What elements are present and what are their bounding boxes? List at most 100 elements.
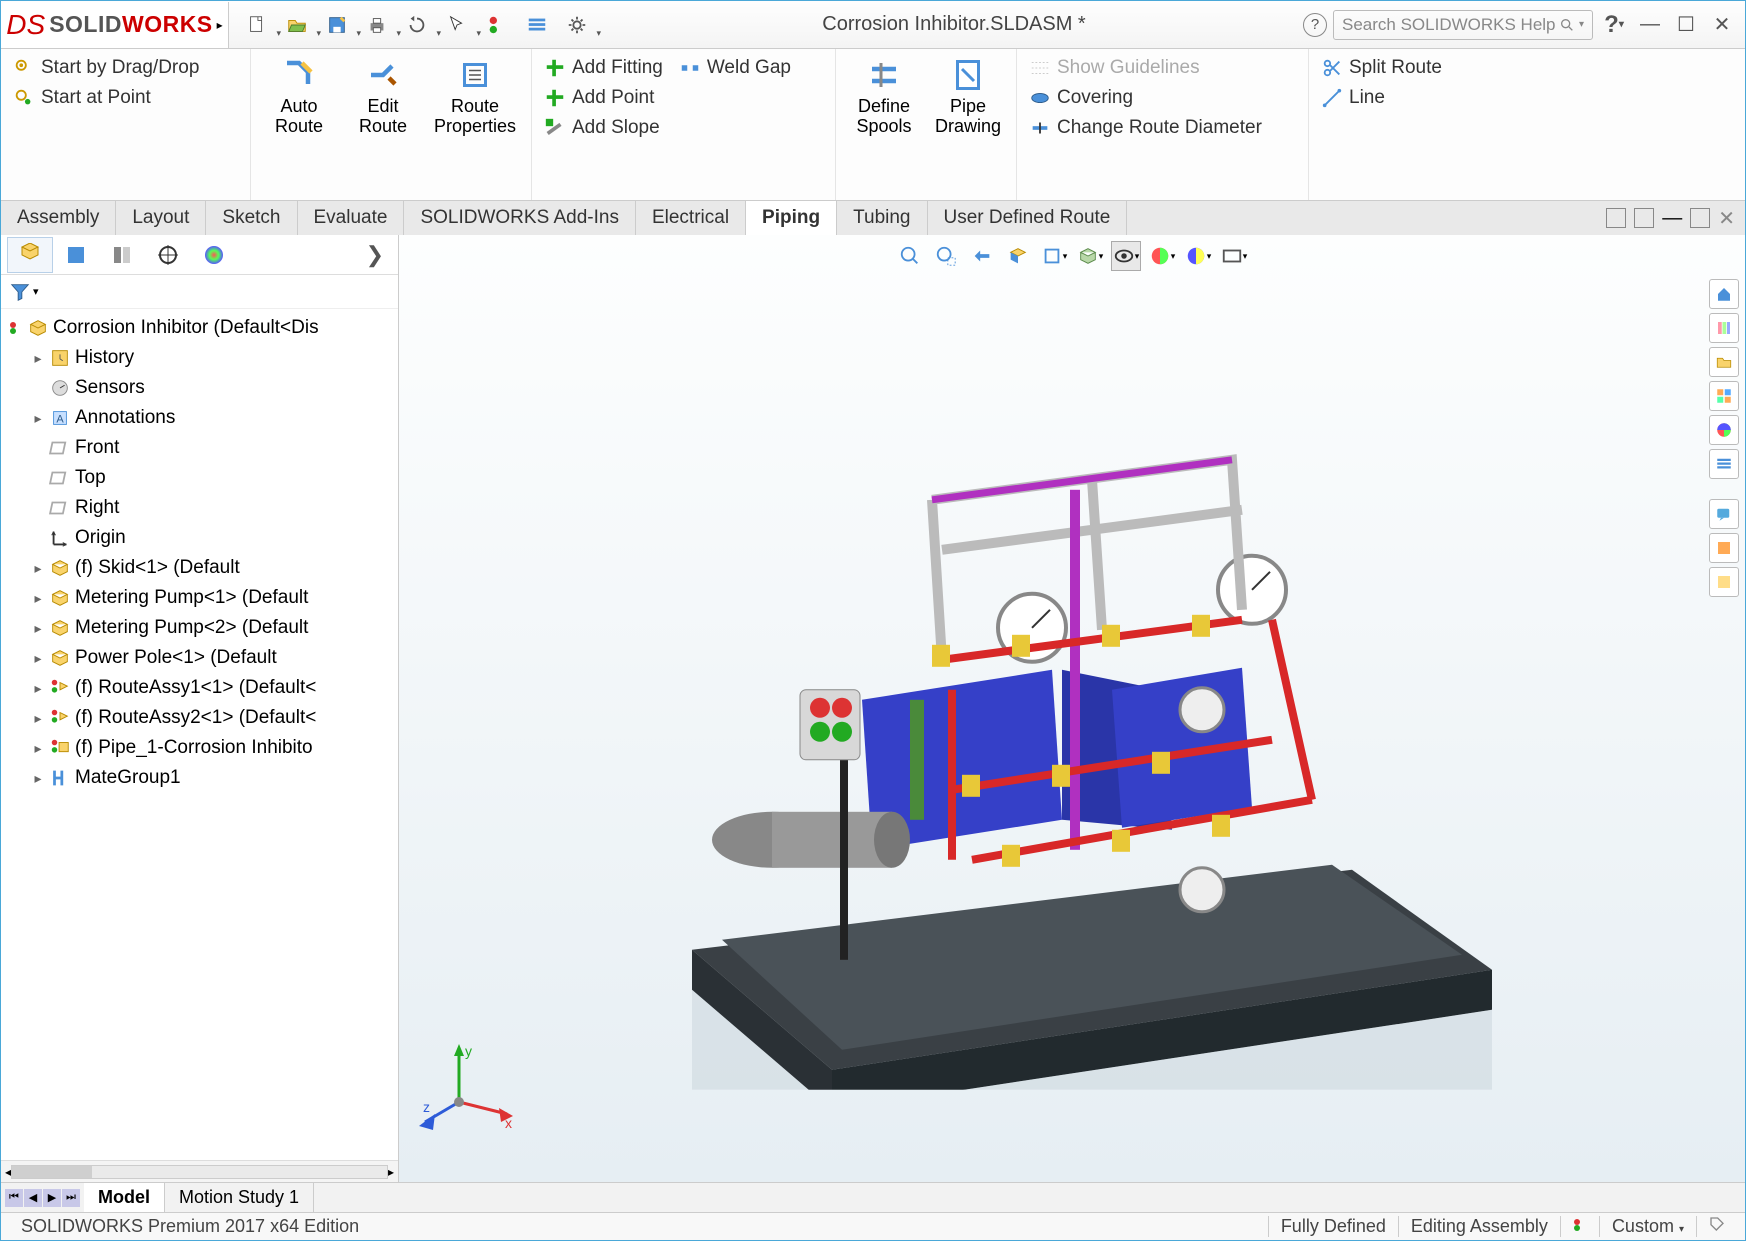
expand-panel-button[interactable] — [1606, 208, 1626, 228]
tab-piping[interactable]: Piping — [746, 201, 837, 235]
tab-user-route[interactable]: User Defined Route — [928, 201, 1128, 235]
new-doc-button[interactable]: ▾ — [239, 9, 275, 41]
print-button[interactable]: ▾ — [359, 9, 395, 41]
tree-item[interactable]: ▸AAnnotations — [1, 403, 398, 433]
search-help-input[interactable]: Search SOLIDWORKS Help ▾ — [1333, 10, 1593, 40]
zoom-fit-button[interactable] — [895, 241, 925, 271]
define-spools-button[interactable]: Define Spools — [842, 53, 926, 141]
appearance-button[interactable]: ▾ — [1147, 241, 1177, 271]
tree-h-scrollbar[interactable]: ◂ ▸ — [1, 1160, 398, 1182]
minimize-button[interactable]: — — [1635, 10, 1665, 40]
rail-misc-button[interactable] — [1709, 533, 1739, 563]
tab-assembly[interactable]: Assembly — [1, 201, 116, 235]
help-bubble-icon[interactable]: ? — [1303, 13, 1327, 37]
nav-prev-button[interactable]: ◀ — [24, 1189, 42, 1207]
tab-evaluate[interactable]: Evaluate — [298, 201, 405, 235]
display-style-button[interactable]: ▾ — [1075, 241, 1105, 271]
section-view-button[interactable] — [1003, 241, 1033, 271]
tree-item[interactable]: ▸(f) Pipe_1-Corrosion Inhibito — [1, 733, 398, 763]
close-button[interactable]: ✕ — [1707, 10, 1737, 40]
tree-item[interactable]: ▸History — [1, 343, 398, 373]
bottom-tab-motion[interactable]: Motion Study 1 — [165, 1183, 314, 1212]
options-button[interactable]: ▾ — [559, 9, 595, 41]
add-fitting-button[interactable]: Add Fitting — [538, 53, 669, 83]
add-point-button[interactable]: Add Point — [538, 83, 829, 113]
nav-next-button[interactable]: ▶ — [43, 1189, 61, 1207]
rail-appearance-button[interactable] — [1709, 415, 1739, 445]
minimize-panel-button[interactable]: — — [1662, 207, 1682, 230]
weld-gap-button[interactable]: Weld Gap — [673, 53, 797, 83]
open-doc-button[interactable]: ▾ — [279, 9, 315, 41]
tab-electrical[interactable]: Electrical — [636, 201, 746, 235]
tree-item[interactable]: ▸Metering Pump<1> (Default — [1, 583, 398, 613]
save-doc-button[interactable]: ▾ — [319, 9, 355, 41]
scene-button[interactable]: ▾ — [1183, 241, 1213, 271]
bottom-tab-model[interactable]: Model — [84, 1183, 165, 1212]
help-button[interactable]: ?▾ — [1599, 10, 1629, 40]
tree-item[interactable]: ▸(f) RouteAssy1<1> (Default< — [1, 673, 398, 703]
tree-item[interactable]: Front — [1, 433, 398, 463]
rail-home-button[interactable] — [1709, 279, 1739, 309]
rail-view-palette-button[interactable] — [1709, 381, 1739, 411]
view-triad[interactable]: y x z — [419, 1042, 519, 1142]
feature-tree-tab[interactable] — [7, 237, 53, 273]
funnel-icon[interactable] — [9, 281, 31, 303]
rail-library-button[interactable] — [1709, 313, 1739, 343]
pipe-drawing-button[interactable]: Pipe Drawing — [926, 53, 1010, 141]
status-custom[interactable]: Custom ▾ — [1599, 1216, 1696, 1237]
rail-misc2-button[interactable] — [1709, 567, 1739, 597]
rail-forum-button[interactable] — [1709, 499, 1739, 529]
view-orient-button[interactable]: ▾ — [1039, 241, 1069, 271]
edit-route-button[interactable]: Edit Route — [341, 53, 425, 141]
rail-custom-props-button[interactable] — [1709, 449, 1739, 479]
show-guidelines-button[interactable]: Show Guidelines — [1023, 53, 1302, 83]
tab-addins[interactable]: SOLIDWORKS Add-Ins — [404, 201, 636, 235]
select-button[interactable]: ▾ — [439, 9, 475, 41]
expand-tree-button[interactable]: ❯ — [358, 242, 392, 268]
start-drag-drop-button[interactable]: Start by Drag/Drop — [7, 53, 244, 83]
auto-route-button[interactable]: Auto Route — [257, 53, 341, 141]
zoom-area-button[interactable] — [931, 241, 961, 271]
view-setting-button[interactable]: ▾ — [1219, 241, 1249, 271]
tree-item-label: (f) RouteAssy1<1> (Default< — [75, 677, 316, 699]
tree-item[interactable]: ▸Power Pole<1> (Default — [1, 643, 398, 673]
tab-sketch[interactable]: Sketch — [206, 201, 297, 235]
tree-item[interactable]: ▸MateGroup1 — [1, 763, 398, 793]
undo-button[interactable]: ▾ — [399, 9, 435, 41]
close-panel-button[interactable]: ✕ — [1718, 206, 1735, 231]
tree-item[interactable]: ▸Metering Pump<2> (Default — [1, 613, 398, 643]
maximize-button[interactable]: ☐ — [1671, 10, 1701, 40]
dim-expert-tab[interactable] — [145, 237, 191, 273]
restore-panel-button[interactable] — [1690, 208, 1710, 228]
start-at-point-button[interactable]: Start at Point — [7, 83, 244, 113]
tab-layout[interactable]: Layout — [116, 201, 206, 235]
config-manager-tab[interactable] — [99, 237, 145, 273]
tab-tubing[interactable]: Tubing — [837, 201, 927, 235]
prev-view-button[interactable] — [967, 241, 997, 271]
change-diameter-button[interactable]: Change Route Diameter — [1023, 113, 1302, 143]
tree-root[interactable]: Corrosion Inhibitor (Default<Dis — [1, 313, 398, 343]
status-rebuild-icon[interactable] — [1560, 1216, 1599, 1237]
hide-show-button[interactable]: ▾ — [1111, 241, 1141, 271]
tree-item[interactable]: Right — [1, 493, 398, 523]
expand-panel2-button[interactable] — [1634, 208, 1654, 228]
route-properties-button[interactable]: Route Properties — [425, 53, 525, 141]
covering-button[interactable]: Covering — [1023, 83, 1302, 113]
add-slope-button[interactable]: Add Slope — [538, 113, 829, 143]
line-button[interactable]: Line — [1315, 83, 1483, 113]
nav-first-button[interactable]: ⏮ — [5, 1189, 23, 1207]
rebuild-button[interactable] — [479, 9, 515, 41]
tree-item[interactable]: ▸(f) Skid<1> (Default — [1, 553, 398, 583]
property-manager-tab[interactable] — [53, 237, 99, 273]
tree-item[interactable]: ▸(f) RouteAssy2<1> (Default< — [1, 703, 398, 733]
display-manager-tab[interactable] — [191, 237, 237, 273]
status-tag-icon[interactable] — [1696, 1216, 1737, 1237]
graphics-viewport[interactable]: ▾ ▾ ▾ ▾ ▾ ▾ — [399, 235, 1745, 1182]
options-view-button[interactable] — [519, 9, 555, 41]
rail-explorer-button[interactable] — [1709, 347, 1739, 377]
split-route-button[interactable]: Split Route — [1315, 53, 1483, 83]
nav-last-button[interactable]: ⏭ — [62, 1189, 80, 1207]
tree-item[interactable]: Sensors — [1, 373, 398, 403]
tree-item[interactable]: Origin — [1, 523, 398, 553]
tree-item[interactable]: Top — [1, 463, 398, 493]
